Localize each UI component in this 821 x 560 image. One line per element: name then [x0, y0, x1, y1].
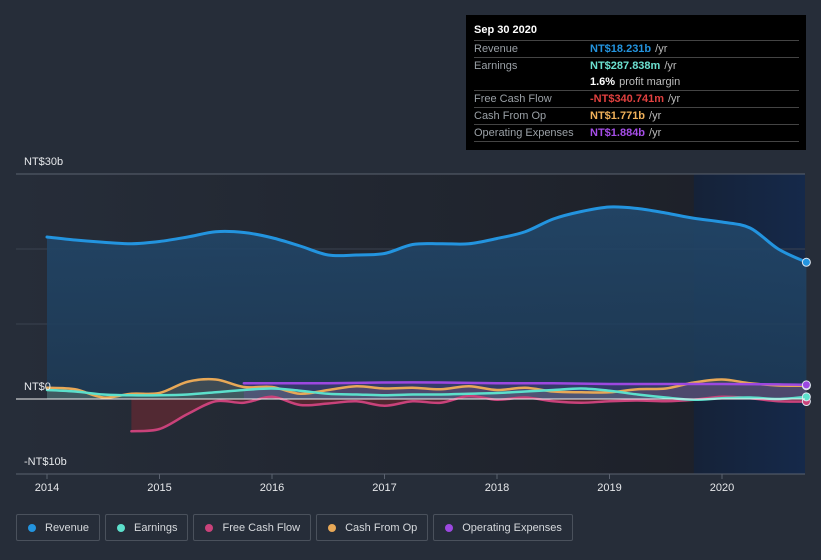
tooltip-row-value: NT$18.231b/yr [590, 43, 668, 55]
legend-item-revenue[interactable]: Revenue [16, 514, 101, 541]
tooltip-row-label: Cash From Op [474, 110, 547, 122]
x-tick-label: 2014 [34, 482, 60, 494]
legend: Revenue Earnings Free Cash Flow Cash From O… [16, 514, 573, 541]
tooltip-row: 1.6% profit margin [474, 74, 799, 90]
legend-label: Earnings [134, 521, 178, 534]
tooltip-row: Operating Expenses NT$1.884b/yr [474, 124, 799, 142]
legend-item-cash-from-op[interactable]: Cash From Op [316, 514, 429, 541]
x-tick-label: 2020 [709, 482, 735, 494]
legend-label: Operating Expenses [462, 521, 562, 534]
x-tick-label: 2017 [372, 482, 397, 494]
tooltip-row-unit: /yr [649, 110, 662, 122]
legend-label: Cash From Op [345, 521, 418, 534]
tooltip-row-value: NT$1.884b/yr [590, 127, 662, 139]
tooltip-row-unit: /yr [655, 43, 668, 55]
legend-dot-icon [205, 523, 214, 532]
tooltip-row-unit: /yr [668, 93, 681, 105]
tooltip-row: Earnings NT$287.838m/yr [474, 57, 799, 74]
x-tick-label: 2016 [259, 482, 285, 494]
x-tick-label: 2015 [147, 482, 172, 494]
tooltip-row-unit: /yr [649, 127, 662, 139]
operating-expenses-end-marker [801, 380, 811, 390]
x-tick-label: 2018 [484, 482, 510, 494]
revenue-end-marker [801, 257, 811, 267]
legend-item-earnings[interactable]: Earnings [105, 514, 189, 541]
y-tick-label-bottom: -NT$10b [24, 456, 67, 468]
tooltip-row-value: NT$287.838m/yr [590, 60, 677, 72]
tooltip-row-label: Operating Expenses [474, 127, 574, 139]
tooltip-row-value: NT$1.771b/yr [590, 110, 662, 122]
tooltip-row-unit: profit margin [619, 76, 681, 88]
tooltip-row-label: Free Cash Flow [474, 93, 552, 105]
legend-dot-icon [117, 523, 126, 532]
tooltip-panel: Sep 30 2020 Revenue NT$18.231b/yr Earnings… [466, 15, 806, 150]
tooltip-row: Revenue NT$18.231b/yr [474, 40, 799, 57]
earnings-end-marker [801, 392, 811, 402]
tooltip-date: Sep 30 2020 [474, 24, 537, 36]
legend-dot-icon [328, 523, 337, 532]
legend-label: Revenue [45, 521, 90, 534]
x-tick-label: 2019 [597, 482, 622, 494]
legend-dot-icon [445, 523, 454, 532]
y-tick-label-top: NT$30b [24, 156, 64, 168]
tooltip-row: Free Cash Flow -NT$340.741m/yr [474, 90, 799, 107]
legend-dot-icon [28, 523, 36, 532]
y-tick-label-zero: NT$0 [24, 381, 51, 393]
legend-item-operating-expenses[interactable]: Operating Expenses [433, 514, 573, 541]
tooltip-row-unit: /yr [664, 60, 677, 72]
tooltip-row: Cash From Op NT$1.771b/yr [474, 107, 799, 124]
legend-label: Free Cash Flow [222, 521, 301, 534]
tooltip-row-label: Earnings [474, 60, 518, 72]
tooltip-row-value: -NT$340.741m/yr [590, 93, 681, 105]
tooltip-row-label: Revenue [474, 43, 519, 55]
tooltip-row-value: 1.6% profit margin [590, 76, 681, 88]
tooltip-row-label [474, 74, 590, 90]
legend-item-free-cash-flow[interactable]: Free Cash Flow [193, 514, 312, 541]
